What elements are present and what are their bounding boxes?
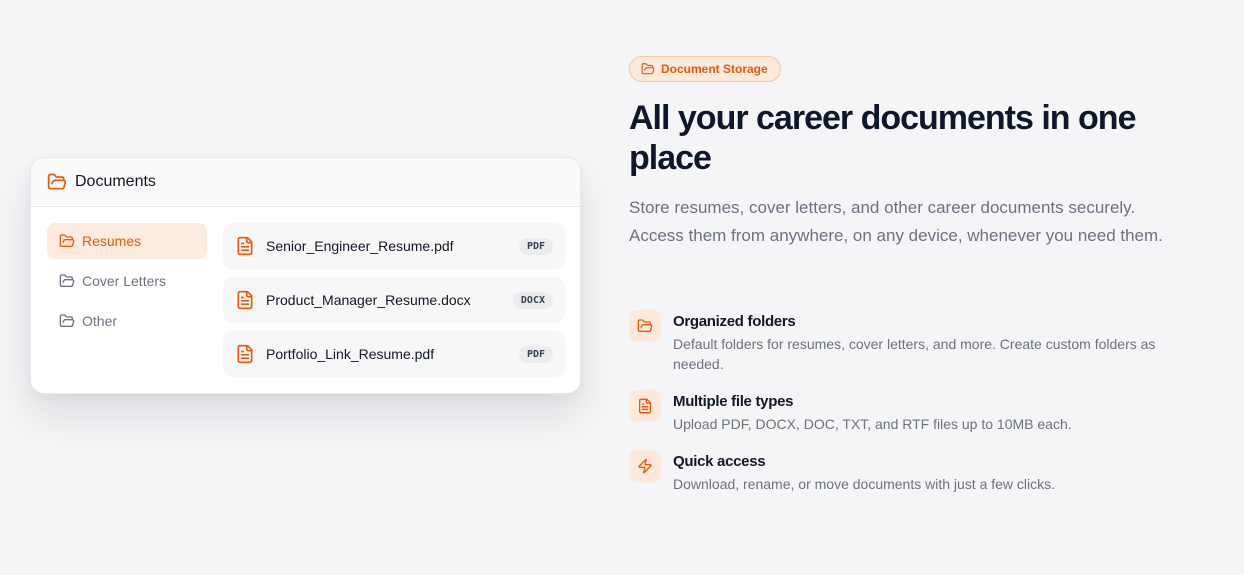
lead-paragraph: Store resumes, cover letters, and other … [629, 198, 1163, 245]
feature-text: Organized folders Default folders for re… [673, 310, 1178, 374]
file-row[interactable]: Senior_Engineer_Resume.pdf PDF [223, 223, 565, 269]
folder-list: Resumes Cover Letters Other [47, 223, 207, 343]
file-name: Senior_Engineer_Resume.pdf [266, 238, 454, 254]
file-type-badge: PDF [518, 237, 553, 255]
file-name: Portfolio_Link_Resume.pdf [266, 346, 435, 362]
feature-description: Download, rename, or move documents with… [673, 476, 1056, 492]
folder-item-label: Other [82, 313, 118, 329]
file-name: Product_Manager_Resume.docx [266, 292, 471, 308]
file-text-icon [235, 290, 255, 310]
zap-icon [629, 450, 661, 482]
file-list: Senior_Engineer_Resume.pdf PDF Product_M… [223, 223, 565, 385]
feature-title: Quick access [673, 453, 766, 470]
documents-card-header: Documents [31, 158, 580, 207]
file-text-icon [629, 390, 661, 422]
page-title: All your career documents in one place [629, 99, 1136, 177]
documents-card-body: Resumes Cover Letters Other Senior_Engin… [31, 207, 580, 393]
file-type-badge: DOCX [512, 291, 553, 309]
file-type-badge: PDF [518, 345, 553, 363]
folder-open-icon [47, 172, 67, 192]
section-badge-label: Document Storage [661, 62, 768, 76]
file-row[interactable]: Portfolio_Link_Resume.pdf PDF [223, 331, 565, 377]
feature-description: Default folders for resumes, cover lette… [673, 336, 1156, 372]
folder-item-cover-letters[interactable]: Cover Letters [47, 263, 207, 299]
folder-open-icon [641, 62, 655, 76]
folder-open-icon [629, 310, 661, 342]
folder-item-resumes[interactable]: Resumes [47, 223, 207, 259]
feature-organized-folders: Organized folders Default folders for re… [629, 310, 1178, 374]
feature-title: Organized folders [673, 313, 796, 330]
folder-item-label: Cover Letters [82, 273, 167, 289]
folder-open-icon [59, 233, 75, 249]
file-text-icon [235, 344, 255, 364]
folder-icon [59, 273, 75, 289]
folder-icon [59, 313, 75, 329]
feature-title: Multiple file types [673, 393, 794, 410]
documents-card: Documents Resumes Cover Letters Other Se… [30, 157, 581, 394]
file-text-icon [235, 236, 255, 256]
section-badge: Document Storage [629, 56, 781, 82]
feature-text: Multiple file types Upload PDF, DOCX, DO… [673, 390, 1178, 434]
feature-multiple-file-types: Multiple file types Upload PDF, DOCX, DO… [629, 390, 1178, 434]
folder-item-other[interactable]: Other [47, 303, 207, 339]
documents-card-title: Documents [75, 173, 156, 190]
feature-quick-access: Quick access Download, rename, or move d… [629, 450, 1178, 494]
feature-text: Quick access Download, rename, or move d… [673, 450, 1178, 494]
folder-item-label: Resumes [82, 233, 142, 249]
feature-description: Upload PDF, DOCX, DOC, TXT, and RTF file… [673, 416, 1072, 432]
file-row[interactable]: Product_Manager_Resume.docx DOCX [223, 277, 565, 323]
